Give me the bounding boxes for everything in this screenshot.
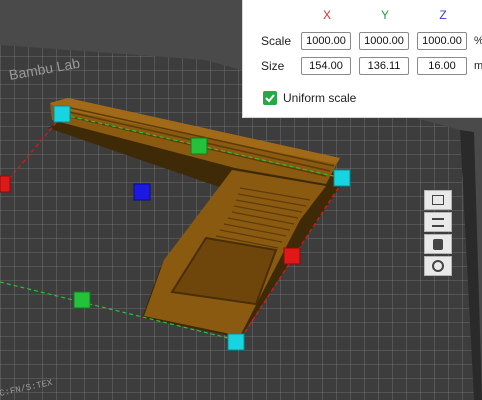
scale-handle-red-right[interactable]: [283, 247, 301, 265]
scale-panel: X Y Z Scale % Size m Uniform scale: [242, 0, 482, 118]
scale-handle-red-left[interactable]: [0, 175, 11, 193]
paint-icon: [433, 239, 443, 250]
scale-handle-cyan-topright[interactable]: [333, 169, 351, 187]
settings-icon: [432, 260, 444, 272]
size-z-input[interactable]: [417, 57, 467, 75]
size-y-input[interactable]: [359, 57, 409, 75]
scale-unit: %: [474, 35, 482, 47]
scale-y-input[interactable]: [359, 32, 409, 50]
size-x-input[interactable]: [301, 57, 351, 75]
checkmark-icon: [265, 94, 275, 103]
scale-x-input[interactable]: [301, 32, 351, 50]
size-unit: m: [474, 60, 482, 72]
object-list-icon: [432, 218, 444, 227]
axis-y-header: Y: [380, 8, 389, 22]
side-toolbar-button-2[interactable]: [424, 212, 452, 232]
scale-handle-green-top[interactable]: [190, 137, 208, 155]
axis-z-header: Z: [439, 8, 447, 22]
side-toolbar-button-1[interactable]: [424, 190, 452, 210]
layers-icon: [432, 195, 444, 205]
scale-handle-cyan-topleft[interactable]: [53, 105, 71, 123]
axis-x-header: X: [322, 8, 331, 22]
uniform-scale-label: Uniform scale: [283, 91, 357, 105]
scale-handle-blue-center[interactable]: [133, 183, 151, 201]
scale-row-label: Scale: [261, 34, 292, 48]
uniform-scale-checkbox[interactable]: [263, 91, 277, 105]
scale-handle-green-bottom[interactable]: [73, 291, 91, 309]
scale-z-input[interactable]: [417, 32, 467, 50]
size-row-label: Size: [261, 59, 285, 73]
side-toolbar-button-3[interactable]: [424, 234, 452, 254]
side-toolbar-button-4[interactable]: [424, 256, 452, 276]
scale-handle-cyan-bottomright[interactable]: [227, 333, 245, 351]
